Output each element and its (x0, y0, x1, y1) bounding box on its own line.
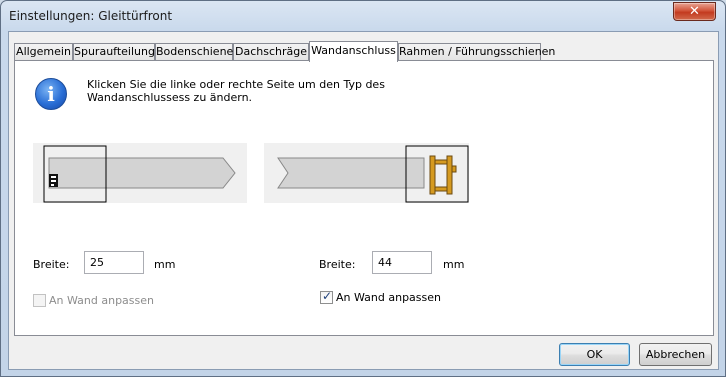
right-wall-connection-preview[interactable] (264, 143, 469, 203)
right-width-input[interactable] (372, 251, 432, 274)
tab-label: Rahmen / Führungsschienen (399, 45, 556, 58)
tab-dachschraege[interactable]: Dachschräge (233, 43, 309, 61)
dialog-window: Einstellungen: Gleittürfront ✕ Allgemein… (0, 0, 726, 377)
close-button[interactable]: ✕ (673, 2, 716, 21)
right-width-unit: mm (443, 258, 465, 271)
left-fit-wall-label: An Wand anpassen (49, 294, 154, 307)
right-fit-wall-checkbox[interactable] (320, 289, 333, 304)
title-bar[interactable]: Einstellungen: Gleittürfront ✕ (1, 1, 725, 31)
right-door-profile (277, 157, 425, 189)
dialog-client: Allgemein Spuraufteilung Bodenschiene Da… (8, 31, 719, 370)
tab-label: Bodenschiene (156, 45, 234, 58)
right-width-label: Breite: (319, 258, 356, 271)
tab-bodenschiene[interactable]: Bodenschiene (155, 43, 233, 61)
tab-wandanschluss[interactable]: Wandanschluss (309, 41, 398, 62)
left-width-label: Breite: (33, 258, 70, 271)
cancel-button[interactable]: Abbrechen (639, 343, 712, 366)
tab-spuraufteilung[interactable]: Spuraufteilung (73, 43, 155, 61)
tab-allgemein[interactable]: Allgemein (14, 43, 73, 61)
left-wall-connection-preview[interactable] (33, 143, 247, 203)
info-icon-glyph: i (47, 82, 55, 106)
ok-button[interactable]: OK (559, 343, 630, 366)
left-fit-wall-checkbox (33, 294, 46, 307)
left-door-profile (48, 157, 236, 189)
info-icon: i (35, 78, 67, 110)
tab-panel-wandanschluss: i Klicken Sie die linke oder rechte Seit… (14, 60, 714, 336)
tab-rahmen-fuehrungsschienen[interactable]: Rahmen / Führungsschienen (398, 43, 555, 61)
left-width-input[interactable] (84, 251, 144, 274)
tab-label: Dachschräge (235, 45, 307, 58)
tab-label: Allgemein (16, 45, 71, 58)
window-title: Einstellungen: Gleittürfront (9, 9, 173, 23)
info-message: Klicken Sie die linke oder rechte Seite … (87, 78, 385, 104)
right-fit-wall-label[interactable]: An Wand anpassen (336, 291, 441, 304)
left-width-unit: mm (154, 258, 176, 271)
tab-label: Wandanschluss (311, 44, 396, 57)
close-icon: ✕ (689, 4, 700, 19)
tab-label: Spuraufteilung (74, 45, 155, 58)
